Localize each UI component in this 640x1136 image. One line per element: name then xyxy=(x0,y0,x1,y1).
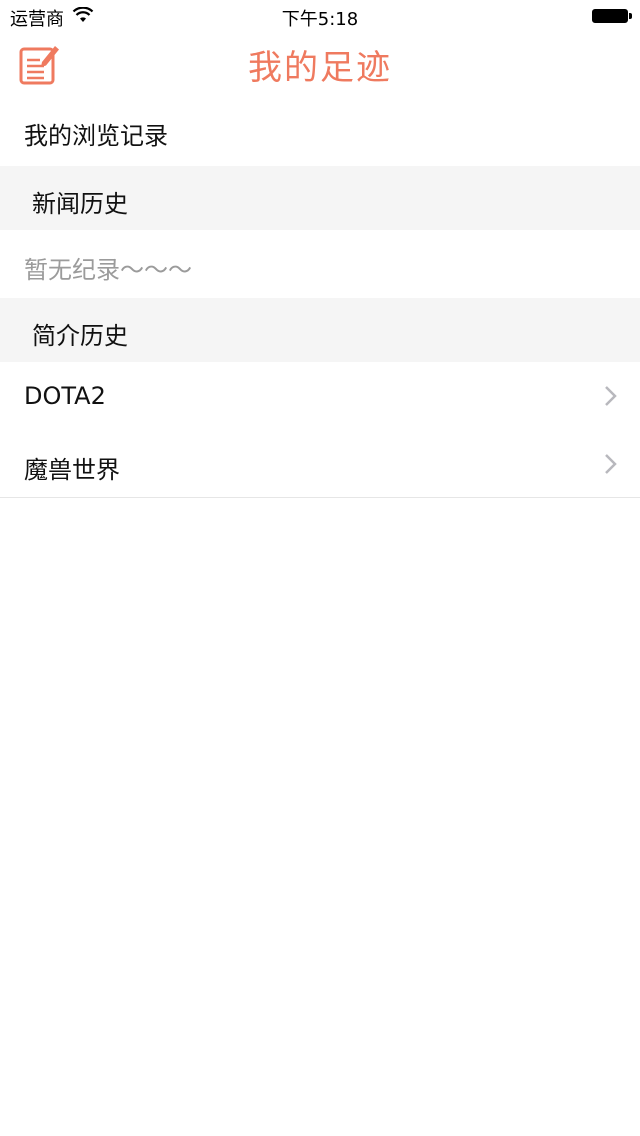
list-item-label: 魔兽世界 xyxy=(24,456,120,484)
page-title: 我的足迹 xyxy=(248,48,392,88)
list-item-dota2[interactable]: DOTA2 xyxy=(0,362,640,430)
empty-state-text: 暂无纪录～～～ xyxy=(24,256,192,284)
section-title-news: 新闻历史 xyxy=(32,190,128,218)
list-divider xyxy=(0,497,640,498)
browsing-history-header: 我的浏览记录 xyxy=(0,98,640,166)
section-header-news: 新闻历史 xyxy=(0,166,640,230)
navigation-bar: 我的足迹 xyxy=(0,32,640,98)
chevron-right-icon xyxy=(605,454,617,474)
browsing-history-label: 我的浏览记录 xyxy=(24,122,168,150)
list-item-world-of-warcraft[interactable]: 魔兽世界 xyxy=(0,430,640,498)
status-time: 下午5:18 xyxy=(281,9,359,30)
list-item-label: DOTA2 xyxy=(24,382,106,410)
section-header-intro: 简介历史 xyxy=(0,298,640,362)
empty-state-row: 暂无纪录～～～ xyxy=(0,230,640,298)
battery-icon xyxy=(592,9,632,23)
chevron-right-icon xyxy=(605,386,617,406)
section-title-intro: 简介历史 xyxy=(32,322,128,350)
status-bar: 运营商 下午5:18 xyxy=(0,0,640,32)
